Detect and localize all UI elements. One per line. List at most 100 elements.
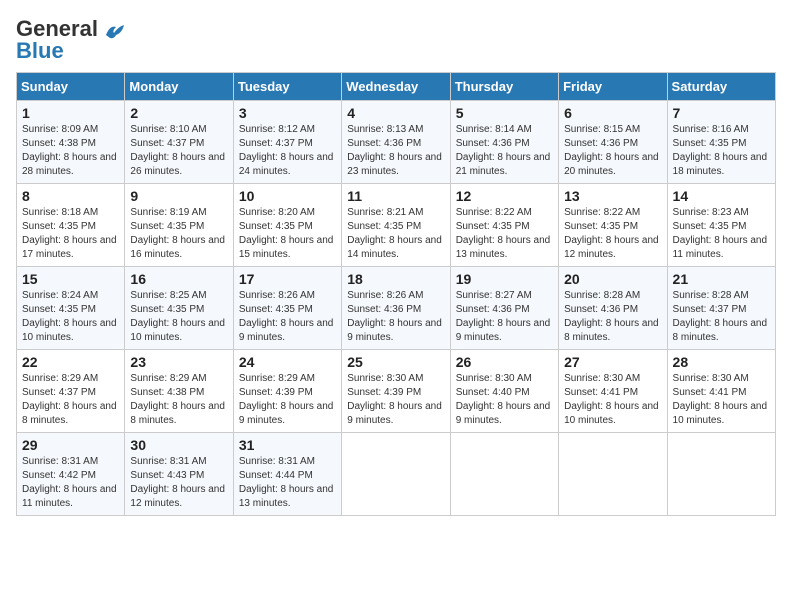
- day-info: Sunrise: 8:26 AMSunset: 4:36 PMDaylight:…: [347, 289, 444, 345]
- calendar-cell: 7 Sunrise: 8:16 AMSunset: 4:35 PMDayligh…: [667, 101, 775, 184]
- calendar-cell: 3 Sunrise: 8:12 AMSunset: 4:37 PMDayligh…: [233, 101, 341, 184]
- calendar-cell: 21 Sunrise: 8:28 AMSunset: 4:37 PMDaylig…: [667, 267, 775, 350]
- day-info: Sunrise: 8:28 AMSunset: 4:37 PMDaylight:…: [673, 289, 770, 345]
- logo-bird-icon: [104, 23, 126, 41]
- day-info: Sunrise: 8:25 AMSunset: 4:35 PMDaylight:…: [130, 289, 227, 345]
- calendar-cell: 2 Sunrise: 8:10 AMSunset: 4:37 PMDayligh…: [125, 101, 233, 184]
- day-number: 25: [347, 354, 444, 370]
- header-cell-sunday: Sunday: [17, 73, 125, 101]
- calendar-cell: 14 Sunrise: 8:23 AMSunset: 4:35 PMDaylig…: [667, 184, 775, 267]
- calendar-cell: 12 Sunrise: 8:22 AMSunset: 4:35 PMDaylig…: [450, 184, 558, 267]
- calendar-cell: [559, 433, 667, 516]
- day-number: 13: [564, 188, 661, 204]
- day-number: 22: [22, 354, 119, 370]
- day-number: 9: [130, 188, 227, 204]
- day-number: 1: [22, 105, 119, 121]
- calendar-cell: 8 Sunrise: 8:18 AMSunset: 4:35 PMDayligh…: [17, 184, 125, 267]
- calendar-row-5: 29 Sunrise: 8:31 AMSunset: 4:42 PMDaylig…: [17, 433, 776, 516]
- day-info: Sunrise: 8:09 AMSunset: 4:38 PMDaylight:…: [22, 123, 119, 179]
- day-info: Sunrise: 8:19 AMSunset: 4:35 PMDaylight:…: [130, 206, 227, 262]
- calendar-row-1: 1 Sunrise: 8:09 AMSunset: 4:38 PMDayligh…: [17, 101, 776, 184]
- day-number: 6: [564, 105, 661, 121]
- calendar-cell: 20 Sunrise: 8:28 AMSunset: 4:36 PMDaylig…: [559, 267, 667, 350]
- calendar-cell: 22 Sunrise: 8:29 AMSunset: 4:37 PMDaylig…: [17, 350, 125, 433]
- day-number: 28: [673, 354, 770, 370]
- day-number: 27: [564, 354, 661, 370]
- day-info: Sunrise: 8:18 AMSunset: 4:35 PMDaylight:…: [22, 206, 119, 262]
- day-info: Sunrise: 8:28 AMSunset: 4:36 PMDaylight:…: [564, 289, 661, 345]
- day-number: 23: [130, 354, 227, 370]
- calendar-cell: 18 Sunrise: 8:26 AMSunset: 4:36 PMDaylig…: [342, 267, 450, 350]
- day-number: 30: [130, 437, 227, 453]
- calendar-cell: 28 Sunrise: 8:30 AMSunset: 4:41 PMDaylig…: [667, 350, 775, 433]
- day-info: Sunrise: 8:10 AMSunset: 4:37 PMDaylight:…: [130, 123, 227, 179]
- day-number: 16: [130, 271, 227, 287]
- page-header: General Blue: [16, 16, 776, 64]
- calendar-cell: 16 Sunrise: 8:25 AMSunset: 4:35 PMDaylig…: [125, 267, 233, 350]
- day-number: 7: [673, 105, 770, 121]
- calendar-cell: [342, 433, 450, 516]
- day-info: Sunrise: 8:20 AMSunset: 4:35 PMDaylight:…: [239, 206, 336, 262]
- day-info: Sunrise: 8:30 AMSunset: 4:40 PMDaylight:…: [456, 372, 553, 428]
- calendar-cell: 26 Sunrise: 8:30 AMSunset: 4:40 PMDaylig…: [450, 350, 558, 433]
- calendar-cell: 15 Sunrise: 8:24 AMSunset: 4:35 PMDaylig…: [17, 267, 125, 350]
- header-cell-tuesday: Tuesday: [233, 73, 341, 101]
- calendar-cell: 25 Sunrise: 8:30 AMSunset: 4:39 PMDaylig…: [342, 350, 450, 433]
- calendar-row-3: 15 Sunrise: 8:24 AMSunset: 4:35 PMDaylig…: [17, 267, 776, 350]
- day-info: Sunrise: 8:29 AMSunset: 4:37 PMDaylight:…: [22, 372, 119, 428]
- day-number: 5: [456, 105, 553, 121]
- day-number: 21: [673, 271, 770, 287]
- calendar-cell: 29 Sunrise: 8:31 AMSunset: 4:42 PMDaylig…: [17, 433, 125, 516]
- calendar-cell: 9 Sunrise: 8:19 AMSunset: 4:35 PMDayligh…: [125, 184, 233, 267]
- day-info: Sunrise: 8:30 AMSunset: 4:41 PMDaylight:…: [564, 372, 661, 428]
- calendar-body: 1 Sunrise: 8:09 AMSunset: 4:38 PMDayligh…: [17, 101, 776, 516]
- day-info: Sunrise: 8:31 AMSunset: 4:42 PMDaylight:…: [22, 455, 119, 511]
- calendar-cell: 6 Sunrise: 8:15 AMSunset: 4:36 PMDayligh…: [559, 101, 667, 184]
- day-number: 11: [347, 188, 444, 204]
- header-row: SundayMondayTuesdayWednesdayThursdayFrid…: [17, 73, 776, 101]
- logo: General Blue: [16, 16, 126, 64]
- header-cell-thursday: Thursday: [450, 73, 558, 101]
- day-number: 17: [239, 271, 336, 287]
- day-number: 19: [456, 271, 553, 287]
- calendar-table: SundayMondayTuesdayWednesdayThursdayFrid…: [16, 72, 776, 516]
- header-cell-friday: Friday: [559, 73, 667, 101]
- day-number: 20: [564, 271, 661, 287]
- day-number: 31: [239, 437, 336, 453]
- header-cell-monday: Monday: [125, 73, 233, 101]
- day-info: Sunrise: 8:16 AMSunset: 4:35 PMDaylight:…: [673, 123, 770, 179]
- day-info: Sunrise: 8:21 AMSunset: 4:35 PMDaylight:…: [347, 206, 444, 262]
- day-number: 24: [239, 354, 336, 370]
- logo-blue-text: Blue: [16, 38, 64, 64]
- calendar-cell: [667, 433, 775, 516]
- calendar-cell: 30 Sunrise: 8:31 AMSunset: 4:43 PMDaylig…: [125, 433, 233, 516]
- header-cell-saturday: Saturday: [667, 73, 775, 101]
- calendar-header: SundayMondayTuesdayWednesdayThursdayFrid…: [17, 73, 776, 101]
- header-cell-wednesday: Wednesday: [342, 73, 450, 101]
- day-number: 14: [673, 188, 770, 204]
- calendar-cell: 27 Sunrise: 8:30 AMSunset: 4:41 PMDaylig…: [559, 350, 667, 433]
- day-number: 18: [347, 271, 444, 287]
- day-info: Sunrise: 8:31 AMSunset: 4:44 PMDaylight:…: [239, 455, 336, 511]
- day-info: Sunrise: 8:29 AMSunset: 4:38 PMDaylight:…: [130, 372, 227, 428]
- calendar-cell: 31 Sunrise: 8:31 AMSunset: 4:44 PMDaylig…: [233, 433, 341, 516]
- day-info: Sunrise: 8:14 AMSunset: 4:36 PMDaylight:…: [456, 123, 553, 179]
- day-info: Sunrise: 8:24 AMSunset: 4:35 PMDaylight:…: [22, 289, 119, 345]
- day-number: 4: [347, 105, 444, 121]
- day-info: Sunrise: 8:12 AMSunset: 4:37 PMDaylight:…: [239, 123, 336, 179]
- day-info: Sunrise: 8:30 AMSunset: 4:39 PMDaylight:…: [347, 372, 444, 428]
- day-number: 2: [130, 105, 227, 121]
- day-info: Sunrise: 8:30 AMSunset: 4:41 PMDaylight:…: [673, 372, 770, 428]
- day-info: Sunrise: 8:23 AMSunset: 4:35 PMDaylight:…: [673, 206, 770, 262]
- calendar-cell: 23 Sunrise: 8:29 AMSunset: 4:38 PMDaylig…: [125, 350, 233, 433]
- day-number: 8: [22, 188, 119, 204]
- day-info: Sunrise: 8:22 AMSunset: 4:35 PMDaylight:…: [564, 206, 661, 262]
- calendar-cell: 4 Sunrise: 8:13 AMSunset: 4:36 PMDayligh…: [342, 101, 450, 184]
- calendar-cell: 17 Sunrise: 8:26 AMSunset: 4:35 PMDaylig…: [233, 267, 341, 350]
- day-number: 29: [22, 437, 119, 453]
- day-info: Sunrise: 8:13 AMSunset: 4:36 PMDaylight:…: [347, 123, 444, 179]
- calendar-cell: 19 Sunrise: 8:27 AMSunset: 4:36 PMDaylig…: [450, 267, 558, 350]
- calendar-cell: 1 Sunrise: 8:09 AMSunset: 4:38 PMDayligh…: [17, 101, 125, 184]
- day-number: 3: [239, 105, 336, 121]
- calendar-cell: 11 Sunrise: 8:21 AMSunset: 4:35 PMDaylig…: [342, 184, 450, 267]
